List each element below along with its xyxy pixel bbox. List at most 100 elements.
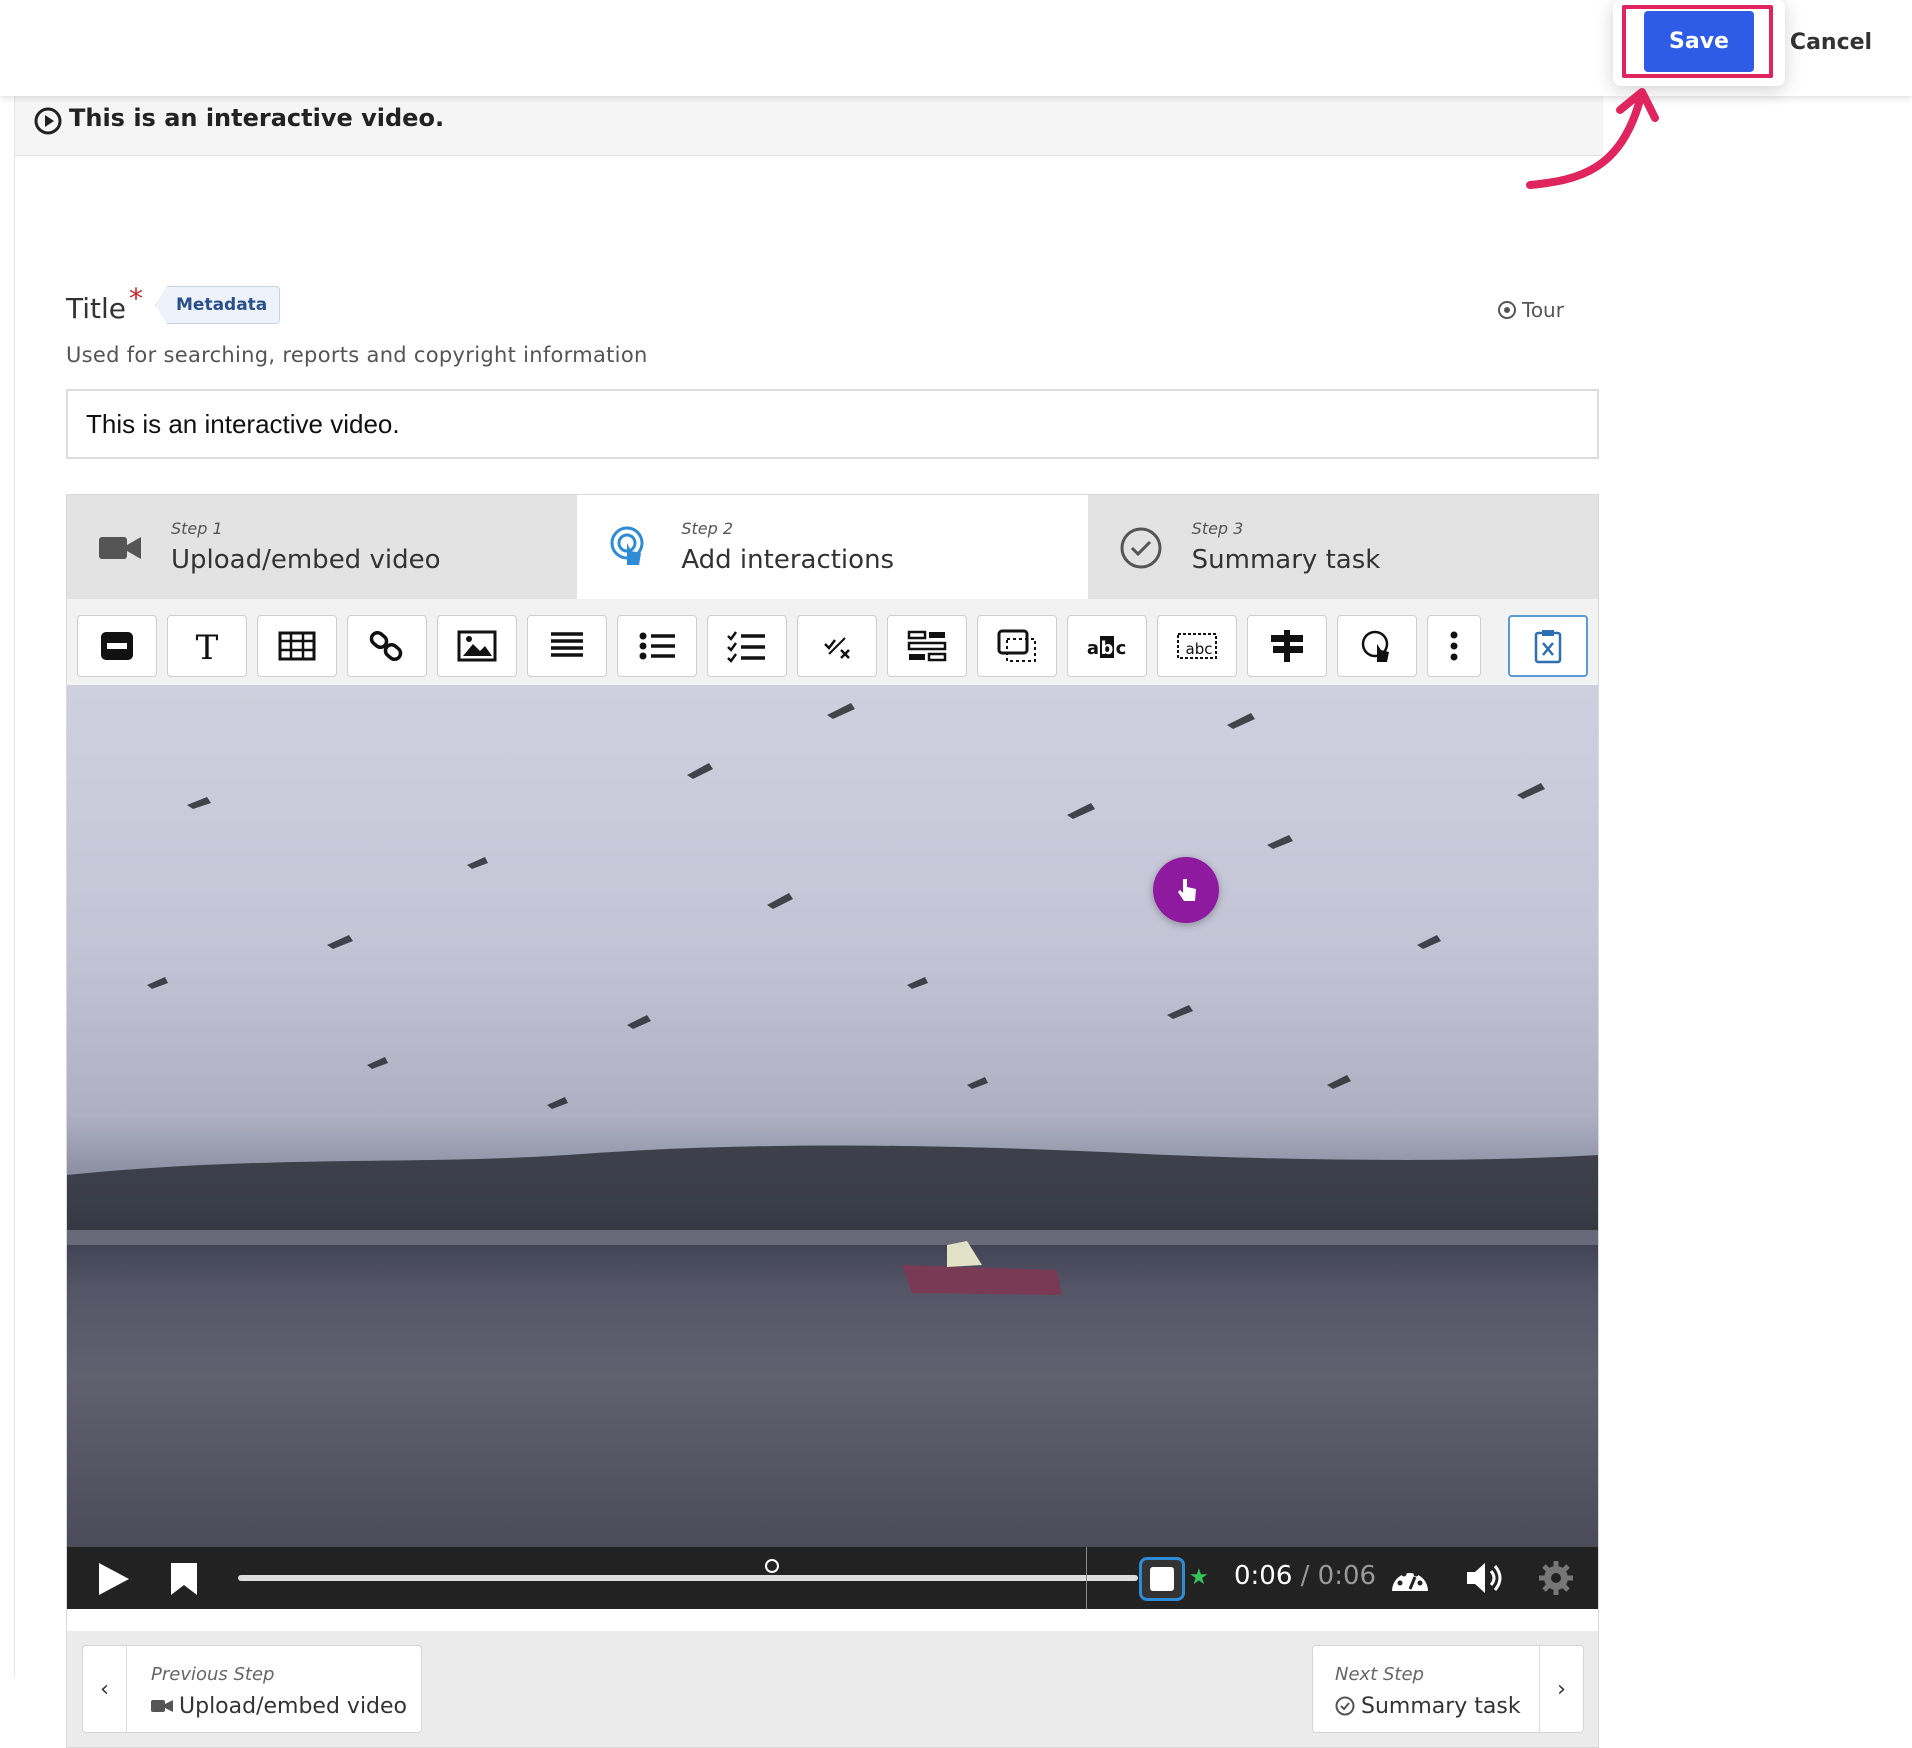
tour-label: Tour bbox=[1522, 298, 1564, 322]
check-circle-icon bbox=[1120, 527, 1162, 569]
play-icon[interactable] bbox=[95, 1561, 131, 1597]
video-camera-icon bbox=[151, 1700, 173, 1712]
time-display: 0:06 / 0:06 bbox=[1234, 1561, 1376, 1591]
playback-speed-icon[interactable] bbox=[1388, 1561, 1432, 1595]
tour-icon bbox=[1498, 301, 1516, 319]
mark-words-tool[interactable]: abc bbox=[1067, 615, 1147, 677]
mark-words-icon: abc bbox=[1087, 636, 1127, 659]
true-false-tool[interactable] bbox=[797, 615, 877, 677]
step-number: Step 1 bbox=[171, 519, 223, 538]
statements-icon bbox=[551, 632, 583, 657]
settings-gear-icon[interactable] bbox=[1537, 1559, 1575, 1597]
more-icon bbox=[1450, 631, 1458, 661]
next-step-button[interactable]: Next Step Summary task › bbox=[1312, 1645, 1584, 1733]
chevron-left-icon: ‹ bbox=[83, 1646, 127, 1732]
interaction-hotspot[interactable] bbox=[1153, 857, 1219, 923]
content-title: This is an interactive video. bbox=[69, 104, 445, 132]
link-tool[interactable] bbox=[347, 615, 427, 677]
navigation-hotspot-tool[interactable] bbox=[977, 615, 1057, 677]
video-controls: ★ 0:06 / 0:06 bbox=[67, 1547, 1598, 1609]
table-icon bbox=[278, 631, 316, 661]
previous-step-sub: Previous Step bbox=[151, 1664, 275, 1685]
more-tools-button[interactable] bbox=[1427, 615, 1481, 677]
tab-add-interactions[interactable]: Step 2 Add interactions bbox=[577, 495, 1088, 599]
step-label: Summary task bbox=[1191, 545, 1381, 575]
next-step-text: Summary task bbox=[1361, 1694, 1521, 1719]
editor-sheet: This is an interactive video. Title * Me… bbox=[14, 96, 1603, 1748]
svg-text:a: a bbox=[1087, 638, 1099, 659]
crossroads-icon bbox=[1271, 630, 1303, 662]
volume-icon[interactable] bbox=[1463, 1559, 1507, 1597]
bookmark-icon[interactable] bbox=[169, 1561, 199, 1597]
progress-handle[interactable] bbox=[1139, 1557, 1185, 1601]
svg-text:abc: abc bbox=[1186, 640, 1213, 658]
interactive-video-icon bbox=[34, 107, 62, 135]
content-header: This is an interactive video. bbox=[15, 96, 1603, 156]
next-step-sub: Next Step bbox=[1335, 1664, 1424, 1685]
save-button[interactable]: Save bbox=[1644, 11, 1754, 72]
step-label: Add interactions bbox=[681, 545, 895, 575]
svg-text:b: b bbox=[1101, 638, 1114, 659]
title-label: Title bbox=[66, 292, 127, 325]
pointer-arrow-icon bbox=[1526, 88, 1659, 189]
video-camera-icon bbox=[99, 537, 141, 559]
duration: / 0:06 bbox=[1300, 1561, 1377, 1591]
tab-summary-task[interactable]: Step 3 Summary task bbox=[1087, 495, 1598, 599]
tab-upload-embed-video[interactable]: Step 1 Upload/embed video bbox=[67, 495, 578, 599]
previous-step-button[interactable]: ‹ Previous Step Upload/embed video bbox=[82, 1645, 422, 1733]
goto-tool[interactable] bbox=[1337, 615, 1417, 677]
goto-icon bbox=[1361, 630, 1389, 662]
interaction-marker[interactable] bbox=[765, 1559, 779, 1573]
required-mark: * bbox=[129, 282, 143, 315]
step-tabs: Step 1 Upload/embed video Step 2 Add int… bbox=[67, 495, 1598, 599]
check-circle-icon bbox=[1335, 1696, 1355, 1716]
label-icon bbox=[101, 632, 133, 660]
next-step-label: Summary task bbox=[1335, 1694, 1521, 1719]
text-icon: T bbox=[196, 628, 219, 664]
image-icon bbox=[457, 630, 497, 662]
hand-pointer-icon bbox=[1178, 879, 1196, 901]
handle-grip-icon bbox=[1150, 1567, 1174, 1591]
previous-step-text: Upload/embed video bbox=[179, 1694, 408, 1719]
single-choice-tool[interactable] bbox=[617, 615, 697, 677]
interactive-video-editor: Step 1 Upload/embed video Step 2 Add int… bbox=[66, 494, 1599, 1748]
previous-step-label: Upload/embed video bbox=[151, 1694, 407, 1719]
cancel-button[interactable]: Cancel bbox=[1786, 22, 1876, 62]
current-time: 0:06 bbox=[1234, 1561, 1293, 1591]
svg-text:T: T bbox=[196, 628, 219, 664]
drag-and-drop-tool[interactable] bbox=[887, 615, 967, 677]
video-frame-image bbox=[67, 703, 1598, 1295]
timeline-divider bbox=[1086, 1547, 1087, 1609]
navigation-hotspot-icon bbox=[997, 629, 1036, 662]
title-description: Used for searching, reports and copyrigh… bbox=[66, 343, 648, 367]
progress-bar[interactable] bbox=[238, 1575, 1138, 1581]
step-navigation: ‹ Previous Step Upload/embed video Next … bbox=[67, 1631, 1598, 1747]
multiple-choice-icon bbox=[727, 631, 765, 663]
link-icon bbox=[369, 630, 403, 662]
video-area[interactable] bbox=[67, 685, 1598, 1547]
true-false-icon bbox=[824, 637, 850, 659]
single-choice-icon bbox=[639, 632, 675, 660]
title-input[interactable] bbox=[66, 389, 1599, 459]
paste-button[interactable] bbox=[1508, 615, 1588, 677]
drag-and-drop-icon bbox=[907, 630, 947, 662]
step-label: Upload/embed video bbox=[171, 545, 441, 575]
svg-text:c: c bbox=[1116, 638, 1127, 659]
crossroads-tool[interactable] bbox=[1247, 615, 1327, 677]
multiple-choice-tool[interactable] bbox=[707, 615, 787, 677]
step-number: Step 2 bbox=[681, 519, 734, 538]
star-icon: ★ bbox=[1189, 1565, 1209, 1590]
fill-in-blanks-icon: abc bbox=[1177, 633, 1217, 659]
table-tool[interactable] bbox=[257, 615, 337, 677]
tour-link[interactable]: Tour bbox=[1498, 298, 1564, 322]
paste-icon bbox=[1534, 630, 1562, 664]
step-number: Step 3 bbox=[1191, 519, 1244, 538]
metadata-button[interactable]: Metadata bbox=[155, 286, 281, 324]
statements-tool[interactable] bbox=[527, 615, 607, 677]
interactions-toolbar: T abc abc bbox=[67, 599, 1598, 685]
fill-in-blanks-tool[interactable]: abc bbox=[1157, 615, 1237, 677]
image-tool[interactable] bbox=[437, 615, 517, 677]
label-tool[interactable] bbox=[77, 615, 157, 677]
text-tool[interactable]: T bbox=[167, 615, 247, 677]
touch-icon bbox=[610, 526, 644, 565]
